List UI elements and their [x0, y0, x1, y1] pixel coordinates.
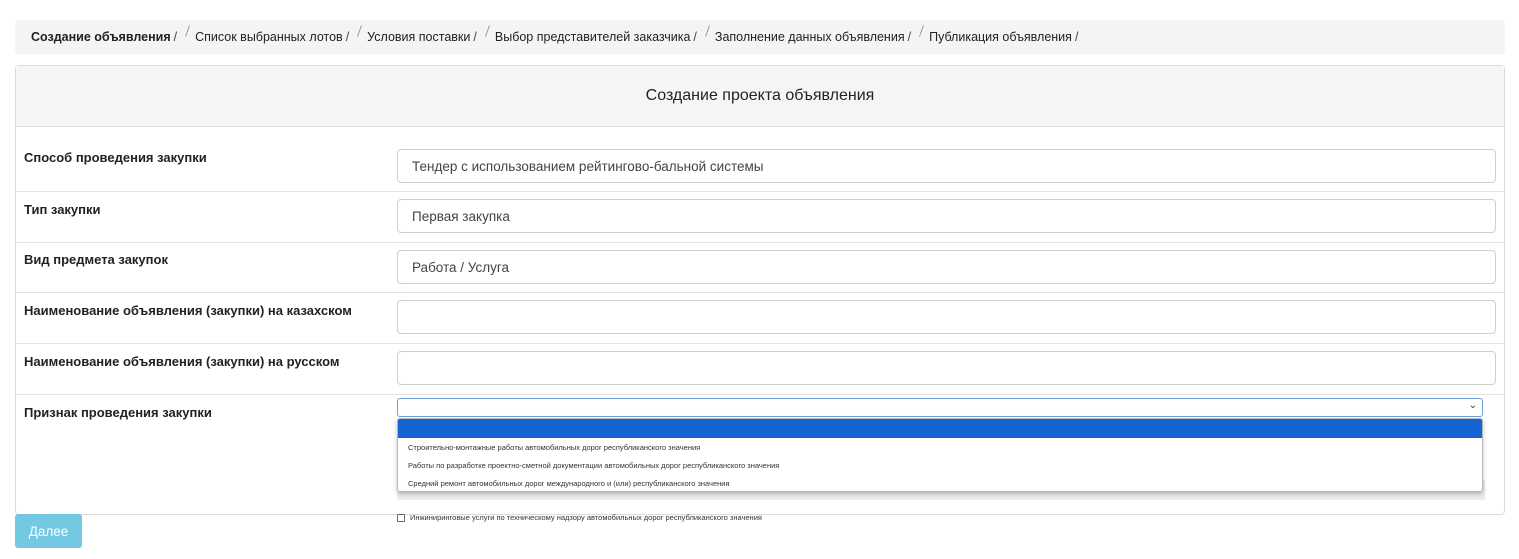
dropdown-option[interactable]: Работы по разработке проектно-сметной до… — [398, 456, 1482, 474]
breadcrumb-label: Публикация объявления — [929, 30, 1072, 44]
breadcrumb-divider-mark — [919, 25, 925, 37]
breadcrumb-separator: / — [693, 30, 697, 44]
engineering-services-checkbox[interactable] — [397, 513, 405, 522]
subject-kind-label: Вид предмета закупок — [24, 252, 168, 267]
breadcrumb-label: Список выбранных лотов — [195, 30, 343, 44]
breadcrumb-divider-mark — [185, 25, 191, 37]
subject-kind-field[interactable]: Работа / Услуга — [397, 250, 1496, 284]
form-row-name-kazakh: Наименование объявления (закупки) на каз… — [16, 293, 1504, 344]
breadcrumb-item-fill-data[interactable]: Заполнение данных объявления / — [715, 30, 915, 44]
breadcrumb-label: Выбор представителей заказчика — [494, 30, 691, 44]
form-row-subject-kind: Вид предмета закупок Работа / Услуга — [16, 243, 1504, 293]
procurement-method-field[interactable]: Тендер с использованием рейтингово-бальн… — [397, 149, 1496, 183]
engineering-services-checkbox-row[interactable]: Инжиниринговые услуги по техническому на… — [397, 513, 762, 522]
name-kazakh-label: Наименование объявления (закупки) на каз… — [24, 303, 352, 318]
breadcrumb-divider-mark — [484, 25, 490, 37]
breadcrumb-item-publish[interactable]: Публикация объявления / — [929, 30, 1082, 44]
breadcrumb-separator: / — [1074, 30, 1079, 44]
form-row-name-russian: Наименование объявления (закупки) на рус… — [16, 344, 1504, 395]
breadcrumb: Создание объявления / Список выбранных л… — [15, 20, 1505, 54]
name-kazakh-input[interactable] — [397, 300, 1496, 334]
breadcrumb-item-lots[interactable]: Список выбранных лотов / — [195, 30, 353, 44]
panel-title: Создание проекта объявления — [16, 66, 1504, 127]
form-row-procurement-type: Тип закупки Первая закупка — [16, 192, 1504, 243]
breadcrumb-separator: / — [473, 30, 477, 44]
name-russian-input[interactable] — [397, 351, 1496, 385]
dropdown-option[interactable]: Строительно-монтажные работы автомобильн… — [398, 438, 1482, 456]
procurement-type-label: Тип закупки — [24, 202, 101, 217]
breadcrumb-separator: / — [345, 30, 350, 44]
breadcrumb-label: Создание объявления — [31, 30, 171, 44]
procurement-sign-select[interactable]: ⌄ — [397, 398, 1483, 417]
breadcrumb-divider-mark — [357, 25, 363, 37]
breadcrumb-item-delivery[interactable]: Условия поставки / — [367, 30, 481, 44]
breadcrumb-divider-mark — [704, 25, 710, 37]
breadcrumb-separator: / — [907, 30, 912, 44]
chevron-down-icon[interactable]: ⌄ — [1469, 400, 1477, 411]
breadcrumb-label: Заполнение данных объявления — [714, 30, 905, 44]
procurement-type-field[interactable]: Первая закупка — [397, 199, 1496, 233]
dropdown-option[interactable]: Средний ремонт автомобильных дорог между… — [398, 474, 1482, 491]
breadcrumb-separator: / — [173, 30, 178, 44]
next-button[interactable]: Далее — [15, 514, 82, 548]
breadcrumb-label: Условия поставки — [367, 30, 471, 44]
name-russian-label: Наименование объявления (закупки) на рус… — [24, 354, 340, 369]
procurement-sign-dropdown: Строительно-монтажные работы автомобильн… — [397, 418, 1483, 492]
procurement-sign-label: Признак проведения закупки — [24, 405, 212, 420]
procurement-method-label: Способ проведения закупки — [24, 150, 207, 165]
dropdown-option-empty[interactable] — [398, 419, 1482, 438]
breadcrumb-item-create[interactable]: Создание объявления / — [31, 30, 181, 44]
engineering-services-checkbox-label: Инжиниринговые услуги по техническому на… — [410, 513, 762, 522]
breadcrumb-item-representatives[interactable]: Выбор представителей заказчика / — [495, 30, 701, 44]
form-row-procurement-method: Способ проведения закупки Тендер с испол… — [16, 128, 1504, 192]
